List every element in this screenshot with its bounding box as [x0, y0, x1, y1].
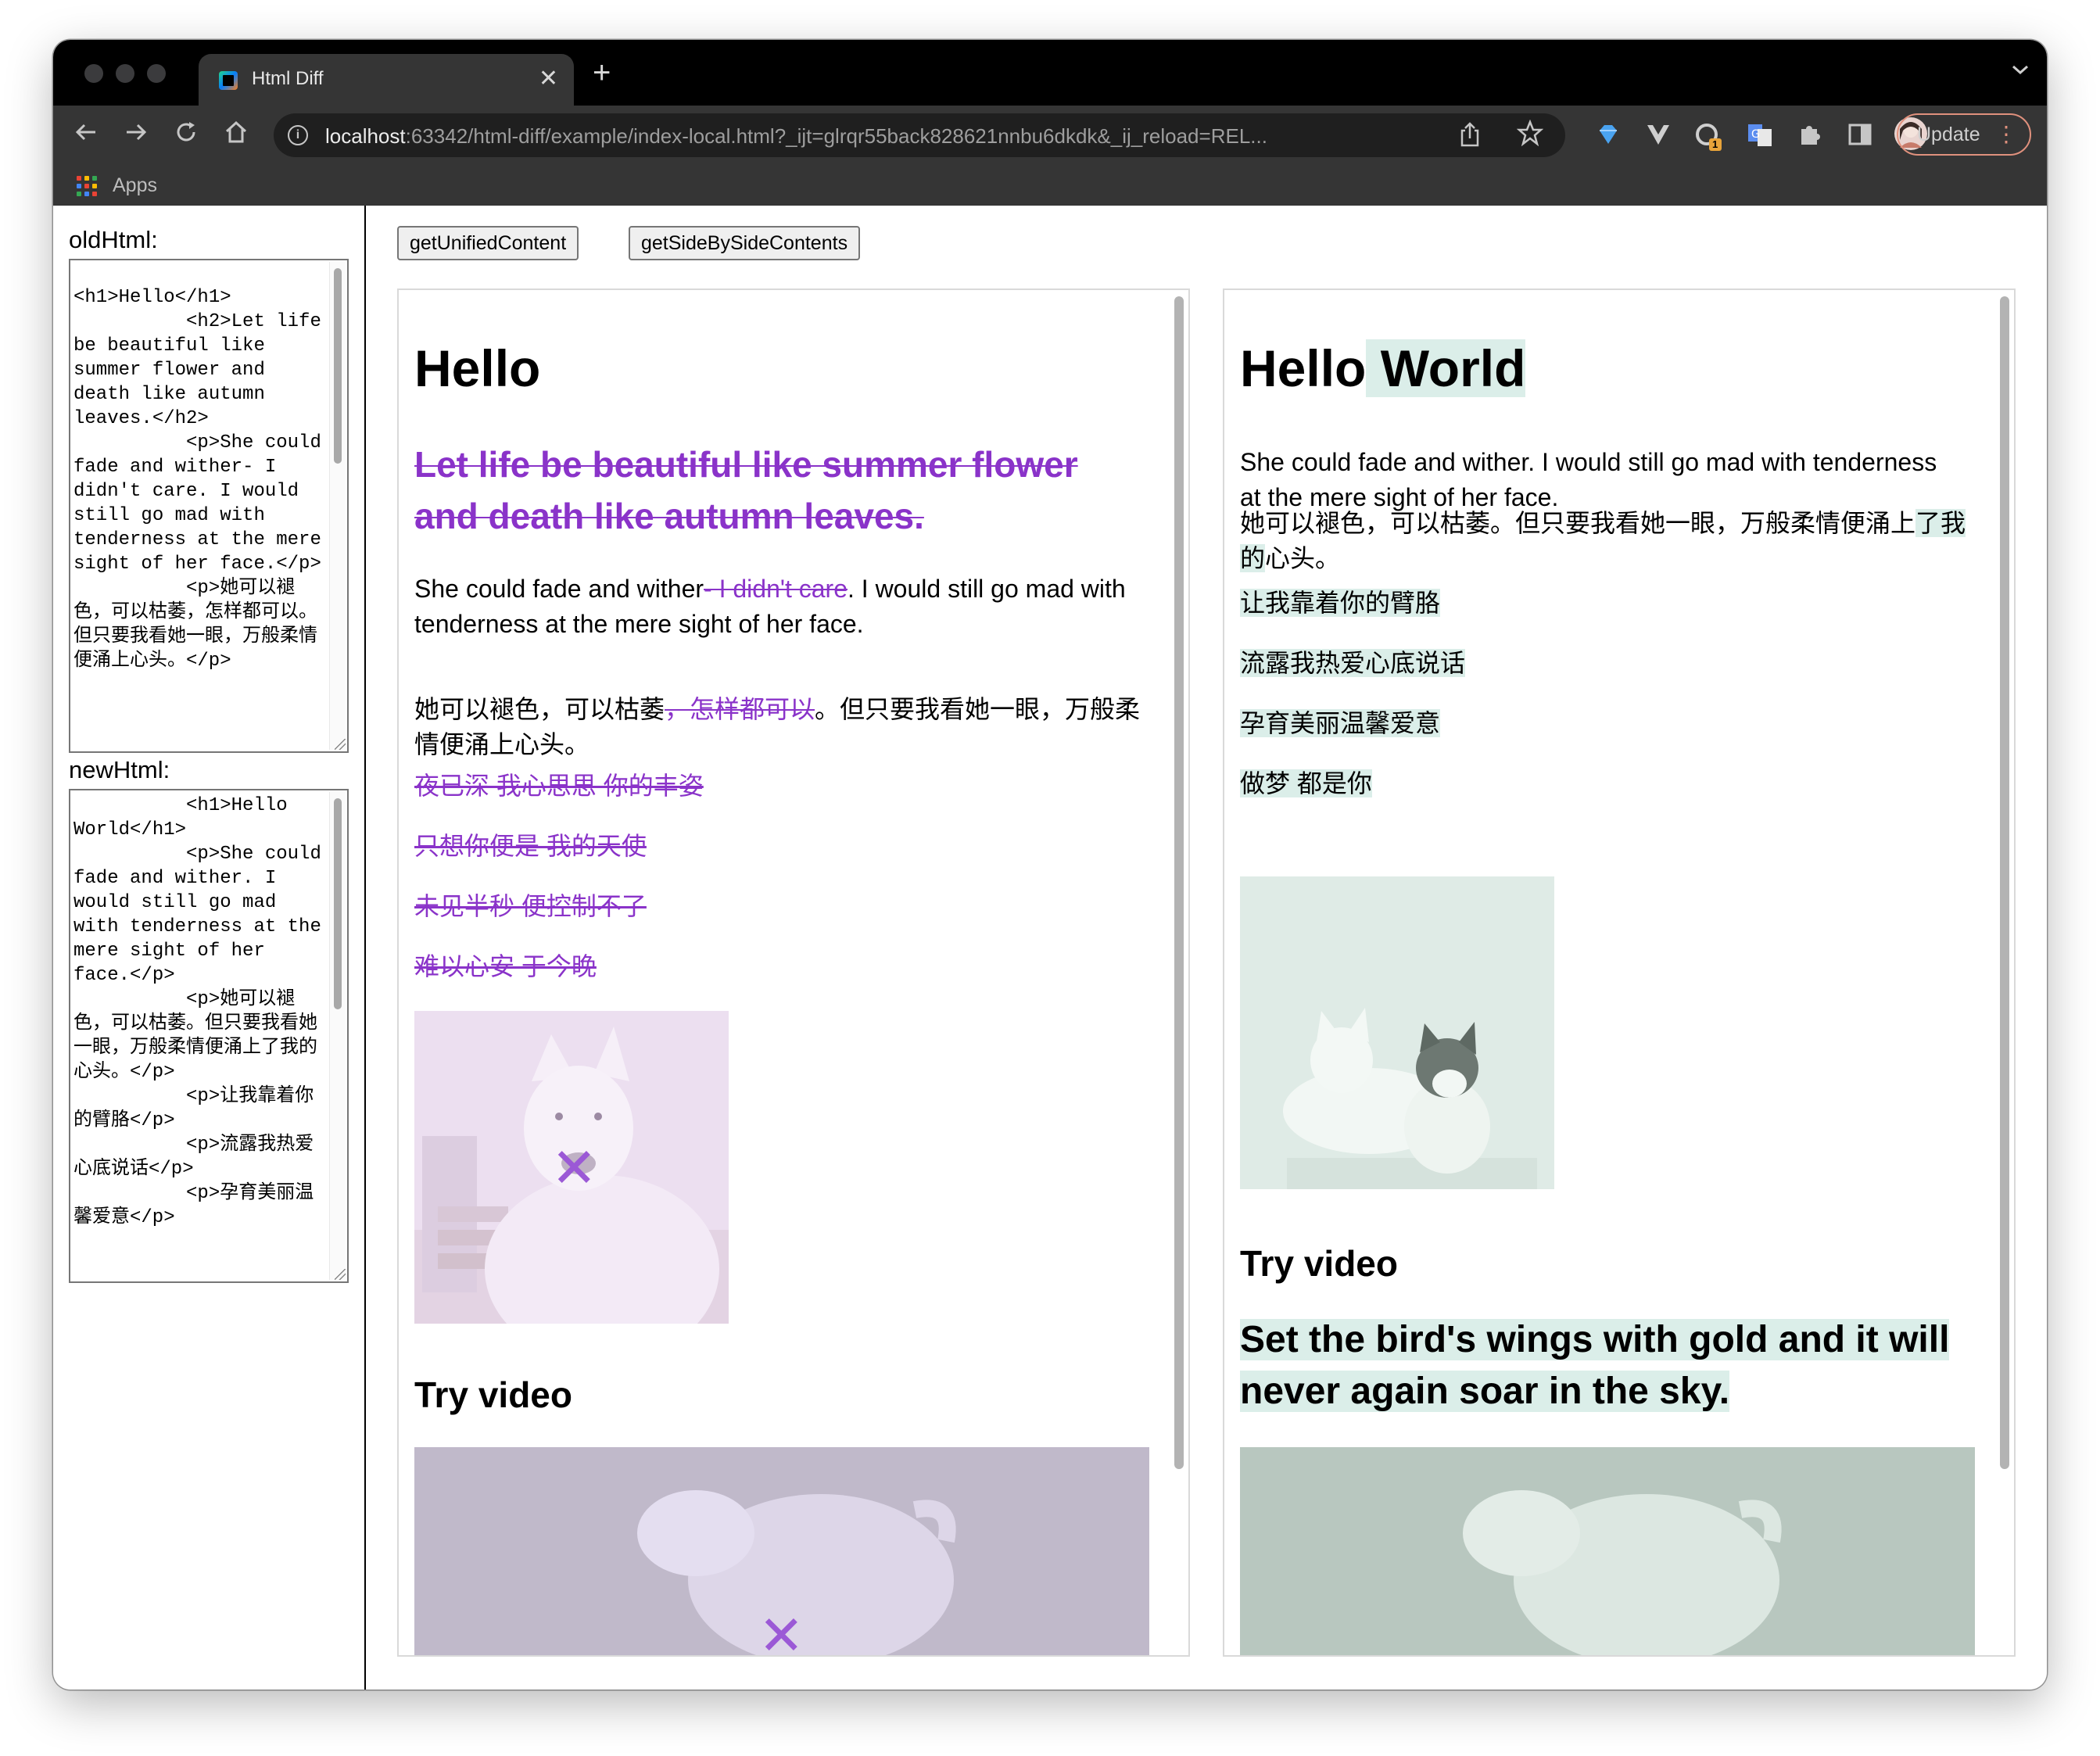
browser-window: Html Diff ✕ + i localhost:63342/html-dif… — [53, 40, 2047, 1690]
resize-handle[interactable] — [335, 739, 346, 750]
zoom-window-button[interactable] — [147, 64, 166, 83]
deleted-line: 未见半秒 便控制不了 — [414, 892, 647, 920]
tab-title: Html Diff — [252, 68, 324, 89]
share-icon[interactable] — [1459, 121, 1481, 154]
removed-image-mark: ✕ — [551, 1138, 597, 1199]
chevron-down-icon[interactable] — [2011, 57, 2030, 81]
browser-tab[interactable]: Html Diff ✕ — [199, 54, 574, 106]
forward-icon[interactable] — [124, 120, 149, 152]
old-html-text[interactable]: <h1>Hello</h1> <h2>Let life be beautiful… — [73, 285, 325, 673]
old-content-pane[interactable]: Hello Let life be beautiful like summer … — [397, 288, 1190, 1657]
inserted-line: 让我靠着你的臂胳 — [1240, 589, 1441, 617]
toolbar: i localhost:63342/html-diff/example/inde… — [53, 106, 2047, 165]
update-button[interactable]: Update ⋮ — [1897, 113, 2031, 156]
tab-bar: Html Diff ✕ + — [53, 40, 2047, 106]
address-bar[interactable]: i localhost:63342/html-diff/example/inde… — [274, 113, 1565, 157]
deleted-line: 难以心安 于今晚 — [414, 952, 597, 980]
new-content-pane[interactable]: Hello World She could fade and wither. I… — [1223, 288, 2016, 1657]
get-unified-content-button[interactable]: getUnifiedContent — [397, 226, 579, 260]
new-html-label: newHtml: — [69, 756, 170, 783]
new-video-heading: Try video — [1240, 1243, 1398, 1284]
inserted-text: World — [1366, 339, 1526, 397]
new-html-scrollbar[interactable] — [329, 792, 346, 1280]
deleted-line: 只想你便是 我的天使 — [414, 832, 647, 860]
bookmark-apps[interactable]: Apps — [113, 174, 157, 197]
source-panel: oldHtml: <h1>Hello</h1> <h2>Let life be … — [53, 206, 366, 1690]
home-icon[interactable] — [224, 120, 249, 152]
reload-icon[interactable] — [174, 120, 199, 152]
new-paragraph-zh: 她可以褪色，可以枯萎。但只要我看她一眼，万般柔情便涌上了我的心头。 — [1240, 509, 1966, 572]
old-pane-scrollbar[interactable] — [1170, 292, 1187, 1655]
inserted-line: 流露我热爱心底说话 — [1240, 649, 1466, 677]
old-html-textarea[interactable]: <h1>Hello</h1> <h2>Let life be beautiful… — [69, 259, 349, 753]
deleted-line: 夜已深 我心思思 你的丰姿 — [414, 772, 704, 800]
new-heading: Hello World — [1240, 339, 1526, 397]
deleted-subheading: Let life be beautiful like summer flower… — [414, 444, 1078, 536]
new-html-textarea[interactable]: <h1>Hello World</h1> <p>She could fade a… — [69, 789, 349, 1283]
deleted-video[interactable]: ✕ — [414, 1447, 1149, 1657]
url-text[interactable]: localhost:63342/html-diff/example/index-… — [325, 124, 1267, 149]
page-content: oldHtml: <h1>Hello</h1> <h2>Let life be … — [53, 206, 2047, 1690]
inserted-cats-image — [1240, 876, 1554, 1189]
old-video-heading: Try video — [414, 1374, 572, 1415]
webstorm-icon — [219, 71, 238, 90]
more-menu-icon[interactable]: ⋮ — [1995, 115, 2017, 154]
info-icon[interactable]: i — [288, 125, 308, 145]
vue-extension-icon[interactable] — [1645, 121, 1672, 148]
old-paragraph-en: She could fade and wither- I didn't care… — [414, 575, 1126, 638]
extension-badge-icon[interactable]: 1 — [1693, 121, 1722, 151]
minimize-window-button[interactable] — [116, 64, 134, 83]
svg-text:G: G — [1751, 128, 1760, 141]
side-panel-icon[interactable] — [1847, 121, 1873, 148]
deleted-text: ，怎样都可以 — [665, 695, 815, 723]
apps-grid-icon[interactable] — [77, 176, 97, 196]
bookmark-star-icon[interactable] — [1516, 119, 1544, 152]
old-paragraph-zh: 她可以褪色，可以枯萎，怎样都可以。但只要我看她一眼，万般柔情便涌上心头。 — [414, 695, 1141, 758]
gem-extension-icon[interactable] — [1595, 121, 1622, 148]
deleted-dog-image: ✕ — [414, 1011, 729, 1324]
translate-extension-icon[interactable]: G — [1747, 121, 1773, 148]
new-pane-scrollbar[interactable] — [1995, 292, 2012, 1655]
video-player[interactable] — [1240, 1447, 1975, 1655]
deleted-text: - I didn't care — [704, 575, 848, 603]
puzzle-extensions-icon[interactable] — [1797, 121, 1823, 148]
old-heading: Hello — [414, 339, 541, 397]
new-html-text[interactable]: <h1>Hello World</h1> <p>She could fade a… — [73, 794, 325, 1230]
back-icon[interactable] — [73, 120, 99, 152]
removed-video-mark: ✕ — [758, 1605, 805, 1657]
close-window-button[interactable] — [84, 64, 103, 83]
resize-handle[interactable] — [335, 1269, 346, 1280]
new-paragraph-en: She could fade and wither. I would still… — [1240, 448, 1937, 511]
inserted-line: 做梦 都是你 — [1240, 769, 1372, 797]
old-html-label: oldHtml: — [69, 226, 158, 253]
get-side-by-side-button[interactable]: getSideBySideContents — [629, 226, 861, 260]
bookmarks-bar: Apps — [53, 165, 2047, 206]
inserted-heading: Set the bird's wings with gold and it wi… — [1240, 1319, 1950, 1412]
close-tab-icon[interactable]: ✕ — [539, 63, 558, 95]
inserted-line: 孕育美丽温馨爱意 — [1240, 709, 1441, 737]
new-tab-button[interactable]: + — [593, 56, 611, 90]
old-html-scrollbar[interactable] — [329, 262, 346, 750]
